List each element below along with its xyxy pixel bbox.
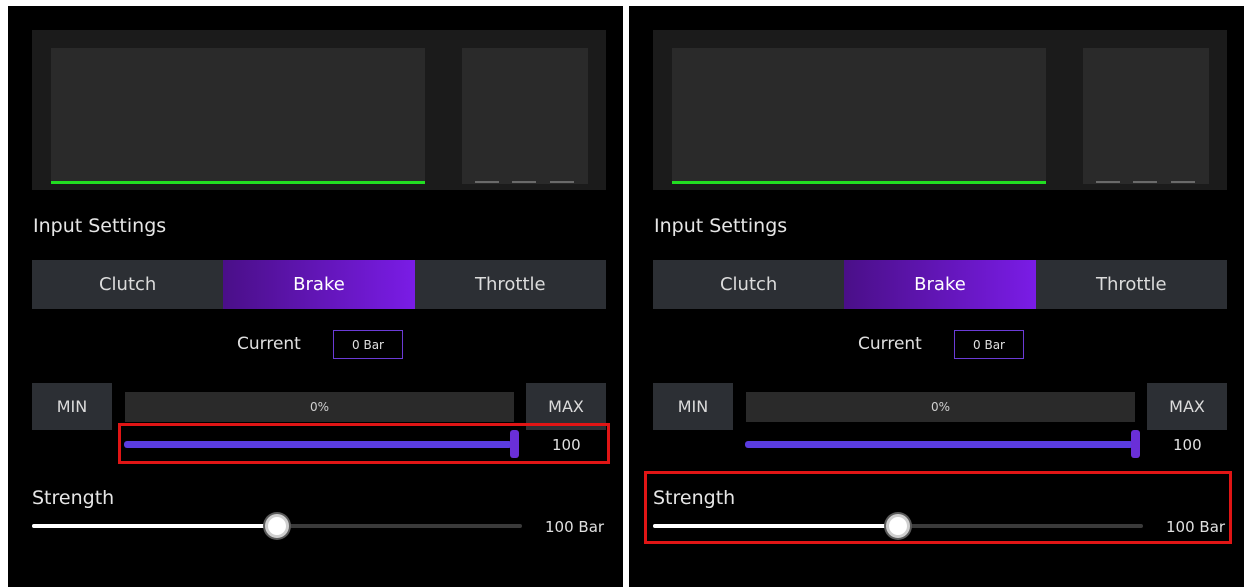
- tab-throttle[interactable]: Throttle: [414, 260, 606, 309]
- section-title: Input Settings: [33, 215, 167, 237]
- graph-side-dash: [475, 181, 499, 183]
- graph-main-plot: [51, 48, 425, 184]
- tab-brake[interactable]: Brake: [223, 260, 415, 309]
- min-button[interactable]: MIN: [653, 383, 733, 430]
- input-graph: [32, 30, 606, 190]
- graph-side-dash: [550, 181, 574, 183]
- graph-side-dash: [1171, 181, 1195, 183]
- tab-brake[interactable]: Brake: [844, 260, 1036, 309]
- strength-slider-fill: [653, 524, 898, 528]
- tab-clutch[interactable]: Clutch: [653, 260, 845, 309]
- graph-main-plot: [672, 48, 1046, 184]
- highlight-box: [118, 423, 610, 464]
- settings-panel-right: Input Settings Clutch Brake Throttle Cur…: [629, 6, 1244, 587]
- current-label: Current: [858, 334, 922, 354]
- graph-side-plot: [1083, 48, 1209, 184]
- range-slider-handle[interactable]: [1131, 430, 1140, 458]
- strength-slider-fill: [32, 524, 277, 528]
- strength-slider-knob[interactable]: [265, 514, 289, 538]
- current-value: 0 Bar: [333, 330, 403, 359]
- strength-label: Strength: [32, 487, 115, 509]
- current-label: Current: [237, 334, 301, 354]
- range-slider-track[interactable]: [745, 441, 1133, 448]
- graph-signal-line: [51, 181, 425, 184]
- strength-slider-knob[interactable]: [886, 514, 910, 538]
- max-button[interactable]: MAX: [1147, 383, 1227, 430]
- tab-throttle[interactable]: Throttle: [1035, 260, 1227, 309]
- settings-panel-left: Input Settings Clutch Brake Throttle Cur…: [8, 6, 623, 587]
- graph-side-plot: [462, 48, 588, 184]
- pedal-tabs: Clutch Brake Throttle: [32, 260, 606, 309]
- percent-bar: 0%: [746, 392, 1135, 422]
- strength-slider[interactable]: [32, 514, 522, 538]
- strength-slider[interactable]: [653, 514, 1143, 538]
- min-button[interactable]: MIN: [32, 383, 112, 430]
- graph-signal-line: [672, 181, 1046, 184]
- strength-value: 100 Bar: [1166, 518, 1226, 536]
- section-title: Input Settings: [654, 215, 788, 237]
- range-value: 100: [1173, 436, 1202, 454]
- tab-clutch[interactable]: Clutch: [32, 260, 224, 309]
- pedal-tabs: Clutch Brake Throttle: [653, 260, 1227, 309]
- percent-bar: 0%: [125, 392, 514, 422]
- current-value: 0 Bar: [954, 330, 1024, 359]
- graph-side-dash: [1133, 181, 1157, 183]
- graph-side-dash: [512, 181, 536, 183]
- strength-label: Strength: [653, 487, 736, 509]
- graph-side-dash: [1096, 181, 1120, 183]
- input-graph: [653, 30, 1227, 190]
- strength-value: 100 Bar: [545, 518, 605, 536]
